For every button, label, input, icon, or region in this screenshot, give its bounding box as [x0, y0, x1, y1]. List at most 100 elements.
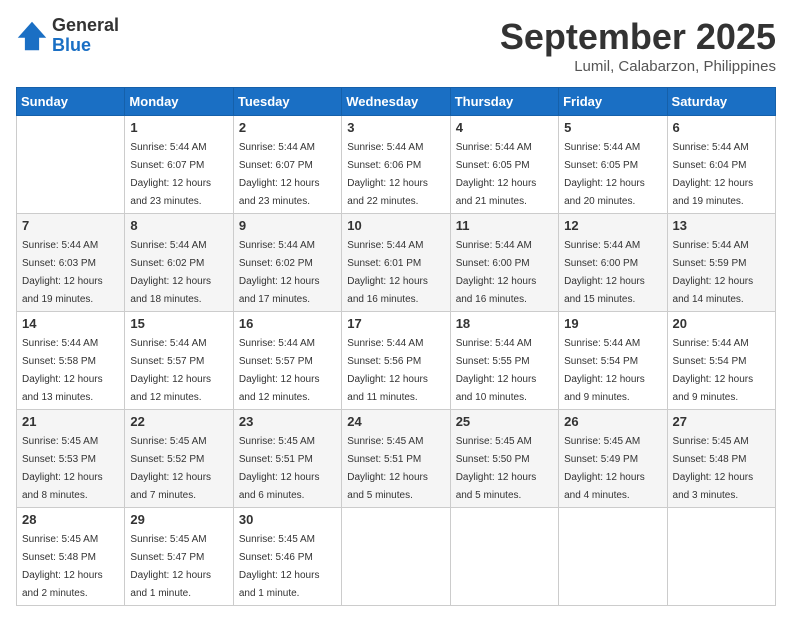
cell-date: 26: [564, 414, 661, 429]
cell-sunrise: Sunrise: 5:44 AMSunset: 6:01 PMDaylight:…: [347, 240, 428, 305]
day-header-friday: Friday: [559, 88, 667, 116]
calendar-cell: 3 Sunrise: 5:44 AMSunset: 6:06 PMDayligh…: [342, 116, 450, 214]
calendar-week-row: 28 Sunrise: 5:45 AMSunset: 5:48 PMDaylig…: [17, 508, 776, 606]
cell-date: 29: [130, 512, 227, 527]
calendar-cell: 21 Sunrise: 5:45 AMSunset: 5:53 PMDaylig…: [17, 410, 125, 508]
calendar-cell: [17, 116, 125, 214]
cell-date: 24: [347, 414, 444, 429]
cell-date: 2: [239, 120, 336, 135]
calendar-week-row: 21 Sunrise: 5:45 AMSunset: 5:53 PMDaylig…: [17, 410, 776, 508]
day-header-saturday: Saturday: [667, 88, 775, 116]
calendar-cell: 5 Sunrise: 5:44 AMSunset: 6:05 PMDayligh…: [559, 116, 667, 214]
cell-date: 11: [456, 218, 553, 233]
calendar-cell: 11 Sunrise: 5:44 AMSunset: 6:00 PMDaylig…: [450, 214, 558, 312]
calendar-cell: 12 Sunrise: 5:44 AMSunset: 6:00 PMDaylig…: [559, 214, 667, 312]
calendar-cell: 18 Sunrise: 5:44 AMSunset: 5:55 PMDaylig…: [450, 312, 558, 410]
calendar-cell: [559, 508, 667, 606]
logo-icon: [16, 20, 48, 52]
cell-sunrise: Sunrise: 5:44 AMSunset: 5:57 PMDaylight:…: [239, 338, 320, 403]
calendar-cell: 19 Sunrise: 5:44 AMSunset: 5:54 PMDaylig…: [559, 312, 667, 410]
cell-date: 30: [239, 512, 336, 527]
cell-sunrise: Sunrise: 5:45 AMSunset: 5:53 PMDaylight:…: [22, 436, 103, 501]
calendar-cell: 17 Sunrise: 5:44 AMSunset: 5:56 PMDaylig…: [342, 312, 450, 410]
location-title: Lumil, Calabarzon, Philippines: [500, 58, 776, 75]
calendar-cell: 27 Sunrise: 5:45 AMSunset: 5:48 PMDaylig…: [667, 410, 775, 508]
calendar-cell: 29 Sunrise: 5:45 AMSunset: 5:47 PMDaylig…: [125, 508, 233, 606]
calendar-cell: 23 Sunrise: 5:45 AMSunset: 5:51 PMDaylig…: [233, 410, 341, 508]
calendar-cell: 25 Sunrise: 5:45 AMSunset: 5:50 PMDaylig…: [450, 410, 558, 508]
calendar-week-row: 7 Sunrise: 5:44 AMSunset: 6:03 PMDayligh…: [17, 214, 776, 312]
cell-sunrise: Sunrise: 5:44 AMSunset: 5:56 PMDaylight:…: [347, 338, 428, 403]
calendar-cell: 20 Sunrise: 5:44 AMSunset: 5:54 PMDaylig…: [667, 312, 775, 410]
cell-date: 16: [239, 316, 336, 331]
cell-date: 15: [130, 316, 227, 331]
cell-sunrise: Sunrise: 5:45 AMSunset: 5:48 PMDaylight:…: [22, 534, 103, 599]
calendar-cell: 6 Sunrise: 5:44 AMSunset: 6:04 PMDayligh…: [667, 116, 775, 214]
cell-sunrise: Sunrise: 5:44 AMSunset: 5:54 PMDaylight:…: [673, 338, 754, 403]
cell-sunrise: Sunrise: 5:44 AMSunset: 6:00 PMDaylight:…: [456, 240, 537, 305]
cell-sunrise: Sunrise: 5:45 AMSunset: 5:51 PMDaylight:…: [347, 436, 428, 501]
calendar-cell: [342, 508, 450, 606]
cell-date: 5: [564, 120, 661, 135]
calendar-cell: 30 Sunrise: 5:45 AMSunset: 5:46 PMDaylig…: [233, 508, 341, 606]
calendar-cell: 9 Sunrise: 5:44 AMSunset: 6:02 PMDayligh…: [233, 214, 341, 312]
cell-date: 13: [673, 218, 770, 233]
calendar-cell: [667, 508, 775, 606]
calendar-cell: 8 Sunrise: 5:44 AMSunset: 6:02 PMDayligh…: [125, 214, 233, 312]
cell-sunrise: Sunrise: 5:44 AMSunset: 6:00 PMDaylight:…: [564, 240, 645, 305]
calendar-cell: 13 Sunrise: 5:44 AMSunset: 5:59 PMDaylig…: [667, 214, 775, 312]
cell-date: 25: [456, 414, 553, 429]
cell-date: 4: [456, 120, 553, 135]
cell-date: 19: [564, 316, 661, 331]
cell-date: 7: [22, 218, 119, 233]
logo-general-text: General: [52, 16, 119, 36]
calendar-cell: 15 Sunrise: 5:44 AMSunset: 5:57 PMDaylig…: [125, 312, 233, 410]
cell-date: 12: [564, 218, 661, 233]
calendar-cell: 10 Sunrise: 5:44 AMSunset: 6:01 PMDaylig…: [342, 214, 450, 312]
cell-date: 8: [130, 218, 227, 233]
calendar-cell: 22 Sunrise: 5:45 AMSunset: 5:52 PMDaylig…: [125, 410, 233, 508]
title-area: September 2025 Lumil, Calabarzon, Philip…: [500, 16, 776, 75]
calendar-cell: [450, 508, 558, 606]
cell-date: 22: [130, 414, 227, 429]
cell-sunrise: Sunrise: 5:44 AMSunset: 6:03 PMDaylight:…: [22, 240, 103, 305]
cell-sunrise: Sunrise: 5:44 AMSunset: 6:05 PMDaylight:…: [564, 142, 645, 207]
cell-sunrise: Sunrise: 5:44 AMSunset: 5:54 PMDaylight:…: [564, 338, 645, 403]
day-header-monday: Monday: [125, 88, 233, 116]
calendar-week-row: 14 Sunrise: 5:44 AMSunset: 5:58 PMDaylig…: [17, 312, 776, 410]
day-header-sunday: Sunday: [17, 88, 125, 116]
cell-sunrise: Sunrise: 5:45 AMSunset: 5:52 PMDaylight:…: [130, 436, 211, 501]
cell-date: 1: [130, 120, 227, 135]
cell-sunrise: Sunrise: 5:44 AMSunset: 5:55 PMDaylight:…: [456, 338, 537, 403]
calendar-cell: 14 Sunrise: 5:44 AMSunset: 5:58 PMDaylig…: [17, 312, 125, 410]
calendar-table: SundayMondayTuesdayWednesdayThursdayFrid…: [16, 87, 776, 606]
logo: General Blue: [16, 16, 119, 56]
calendar-cell: 28 Sunrise: 5:45 AMSunset: 5:48 PMDaylig…: [17, 508, 125, 606]
calendar-cell: 24 Sunrise: 5:45 AMSunset: 5:51 PMDaylig…: [342, 410, 450, 508]
cell-sunrise: Sunrise: 5:44 AMSunset: 5:58 PMDaylight:…: [22, 338, 103, 403]
cell-sunrise: Sunrise: 5:45 AMSunset: 5:49 PMDaylight:…: [564, 436, 645, 501]
day-header-wednesday: Wednesday: [342, 88, 450, 116]
day-header-thursday: Thursday: [450, 88, 558, 116]
cell-date: 20: [673, 316, 770, 331]
day-header-tuesday: Tuesday: [233, 88, 341, 116]
calendar-cell: 16 Sunrise: 5:44 AMSunset: 5:57 PMDaylig…: [233, 312, 341, 410]
calendar-cell: 26 Sunrise: 5:45 AMSunset: 5:49 PMDaylig…: [559, 410, 667, 508]
cell-date: 9: [239, 218, 336, 233]
cell-sunrise: Sunrise: 5:45 AMSunset: 5:51 PMDaylight:…: [239, 436, 320, 501]
cell-sunrise: Sunrise: 5:44 AMSunset: 6:05 PMDaylight:…: [456, 142, 537, 207]
logo-text: General Blue: [52, 16, 119, 56]
cell-sunrise: Sunrise: 5:45 AMSunset: 5:46 PMDaylight:…: [239, 534, 320, 599]
cell-date: 28: [22, 512, 119, 527]
cell-sunrise: Sunrise: 5:44 AMSunset: 6:02 PMDaylight:…: [239, 240, 320, 305]
cell-date: 18: [456, 316, 553, 331]
month-title: September 2025: [500, 16, 776, 58]
cell-date: 14: [22, 316, 119, 331]
calendar-cell: 4 Sunrise: 5:44 AMSunset: 6:05 PMDayligh…: [450, 116, 558, 214]
calendar-cell: 2 Sunrise: 5:44 AMSunset: 6:07 PMDayligh…: [233, 116, 341, 214]
cell-sunrise: Sunrise: 5:45 AMSunset: 5:48 PMDaylight:…: [673, 436, 754, 501]
cell-sunrise: Sunrise: 5:44 AMSunset: 6:07 PMDaylight:…: [239, 142, 320, 207]
logo-blue-text: Blue: [52, 36, 119, 56]
cell-date: 3: [347, 120, 444, 135]
cell-date: 6: [673, 120, 770, 135]
